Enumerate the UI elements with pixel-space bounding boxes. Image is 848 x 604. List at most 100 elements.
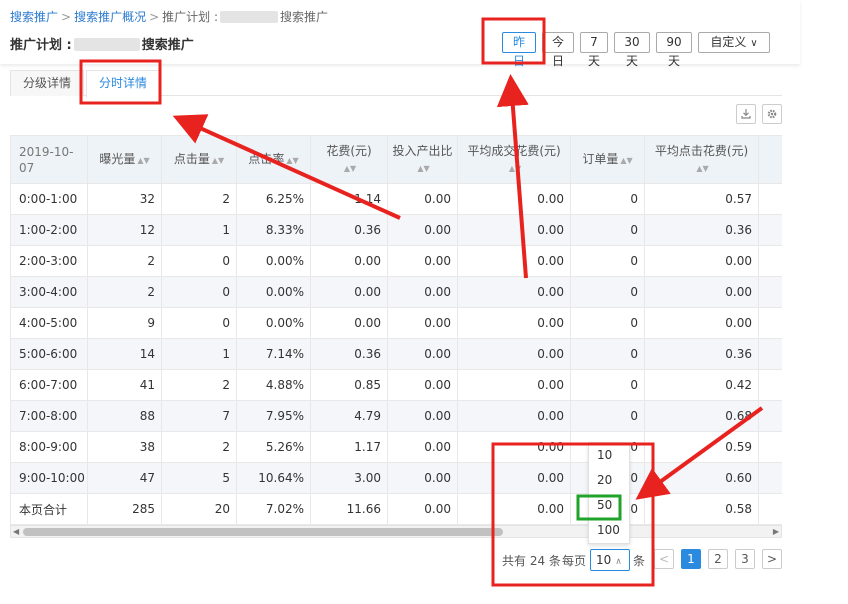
sort-icon[interactable]: ▲▼ [137, 156, 149, 165]
table-row: 9:00-10:00 47 5 10.64% 3.00 0.00 0.00 0 0.60 [10, 462, 782, 494]
hourly-data-table: 2019-10-07 曝光量 ▲▼ 点击量 ▲▼ 点击率 ▲▼ 花费(元) ▲▼ 投入产… [10, 135, 782, 538]
page-size-select[interactable]: 10 ∧ [590, 549, 630, 571]
prev-page-button[interactable]: < [654, 549, 674, 569]
cell-overflow [758, 369, 782, 401]
cell-avg-deal-cost: 0.00 [457, 183, 571, 215]
date-7days-button[interactable]: 7天 [580, 32, 608, 68]
scrollbar-thumb[interactable] [23, 528, 503, 536]
breadcrumb-search-promo[interactable]: 搜索推广 [10, 10, 58, 24]
cell-ctr: 8.33% [236, 214, 311, 246]
cell-avg-click-cost: 0.42 [644, 369, 759, 401]
date-90days-button[interactable]: 90天 [656, 32, 692, 68]
cell-avg-deal-cost: 0.00 [457, 338, 571, 370]
column-header-overflow [758, 135, 782, 184]
cell-roi: 0.00 [387, 369, 458, 401]
column-header-ctr[interactable]: 点击率 ▲▼ [236, 135, 311, 184]
date-today-button[interactable]: 今日 [542, 32, 574, 68]
column-header-orders[interactable]: 订单量 ▲▼ [570, 135, 645, 184]
cell-ctr: 6.25% [236, 183, 311, 215]
cell-cost: 0.36 [310, 338, 388, 370]
table-body: 0:00-1:00 32 2 6.25% 1.14 0.00 0.00 0 0.57 1:00-2… [10, 183, 782, 525]
cell-time-slot: 5:00-6:00 [10, 338, 88, 370]
cell-roi: 0.00 [387, 400, 458, 432]
redacted-plan-name [220, 11, 279, 23]
cell-time-slot: 0:00-1:00 [10, 183, 88, 215]
scroll-left-icon[interactable]: ◀ [13, 526, 19, 537]
table-row: 4:00-5:00 9 0 0.00% 0.00 0.00 0.00 0 0.00 [10, 307, 782, 339]
page-button-1[interactable]: 1 [681, 549, 701, 569]
page-size-value: 10 [596, 553, 612, 567]
date-30days-button[interactable]: 30天 [614, 32, 650, 68]
column-header-label: 投入产出比 [392, 143, 453, 158]
cell-impressions: 88 [87, 400, 162, 432]
cell-roi: 0.00 [387, 245, 458, 277]
cell-avg-deal-cost: 0.00 [457, 369, 571, 401]
cell-ctr: 7.14% [236, 338, 311, 370]
cell-clicks: 2 [161, 183, 237, 215]
total-count: 共有 24 条 [502, 554, 561, 568]
cell-orders: 0 [570, 369, 645, 401]
chevron-down-icon: ∨ [750, 38, 758, 49]
column-header-cost[interactable]: 花费(元) ▲▼ [310, 135, 388, 184]
column-header-impressions[interactable]: 曝光量 ▲▼ [87, 135, 162, 184]
export-button[interactable] [736, 104, 756, 124]
column-header-label: 点击率 [248, 151, 285, 166]
date-custom-dropdown[interactable]: 自定义 ∨ [698, 32, 770, 53]
cell-impressions: 285 [87, 493, 162, 525]
cell-orders: 0 [570, 307, 645, 339]
gear-icon [767, 109, 777, 119]
page-button-3[interactable]: 3 [735, 549, 755, 569]
sort-icon[interactable]: ▲▼ [286, 156, 298, 165]
cell-avg-click-cost: 0.36 [644, 214, 759, 246]
cell-cost: 1.14 [310, 183, 388, 215]
sort-icon[interactable]: ▲▼ [509, 164, 521, 173]
cell-avg-deal-cost: 0.00 [457, 462, 571, 494]
tab-hourly-detail[interactable]: 分时详情 [86, 70, 161, 97]
cell-avg-click-cost: 0.00 [644, 307, 759, 339]
column-header-avg-click-cost[interactable]: 平均点击花费(元) ▲▼ [644, 135, 759, 184]
column-header-avg-deal-cost[interactable]: 平均成交花费(元) ▲▼ [457, 135, 571, 184]
date-custom-label: 自定义 [710, 35, 747, 49]
sort-icon[interactable]: ▲▼ [696, 164, 708, 173]
page-size-option-20[interactable]: 20 [589, 468, 629, 493]
cell-roi: 0.00 [387, 431, 458, 463]
scroll-right-icon[interactable]: ▶ [773, 526, 779, 537]
cell-impressions: 38 [87, 431, 162, 463]
cell-roi: 0.00 [387, 214, 458, 246]
table-row: 1:00-2:00 12 1 8.33% 0.36 0.00 0.00 0 0.36 [10, 214, 782, 246]
page-size-option-50[interactable]: 50 [589, 493, 629, 518]
cell-orders: 0 [570, 400, 645, 432]
table-row: 3:00-4:00 2 0 0.00% 0.00 0.00 0.00 0 0.00 [10, 276, 782, 308]
next-page-button[interactable]: > [762, 549, 782, 569]
cell-ctr: 5.26% [236, 431, 311, 463]
page-size-option-100[interactable]: 100 [589, 518, 629, 543]
column-header-roi[interactable]: 投入产出比 ▲▼ [387, 135, 458, 184]
sort-icon[interactable]: ▲▼ [620, 156, 632, 165]
sort-icon[interactable]: ▲▼ [344, 164, 356, 173]
cell-cost: 0.85 [310, 369, 388, 401]
sort-icon[interactable]: ▲▼ [417, 164, 429, 173]
page-size-option-10[interactable]: 10 [589, 443, 629, 468]
per-page-unit: 条 [633, 554, 646, 568]
cell-overflow [758, 307, 782, 339]
table-row: 2:00-3:00 2 0 0.00% 0.00 0.00 0.00 0 0.00 [10, 245, 782, 277]
breadcrumb-promo-overview[interactable]: 搜索推广概况 [74, 10, 146, 24]
breadcrumb-plan-suffix: 搜索推广 [280, 10, 329, 24]
cell-overflow [758, 431, 782, 463]
settings-button[interactable] [762, 104, 782, 124]
data-table: 2019-10-07 曝光量 ▲▼ 点击量 ▲▼ 点击率 ▲▼ 花费(元) ▲▼ 投入产… [10, 135, 782, 525]
page-size-dropdown: 10 20 50 100 [588, 442, 630, 544]
tab-level-detail[interactable]: 分级详情 [10, 70, 85, 96]
date-yesterday-button[interactable]: 昨日 [502, 32, 536, 68]
column-header-clicks[interactable]: 点击量 ▲▼ [161, 135, 237, 184]
sort-icon[interactable]: ▲▼ [212, 156, 224, 165]
cell-avg-deal-cost: 0.00 [457, 307, 571, 339]
page-button-2[interactable]: 2 [708, 549, 728, 569]
cell-cost: 0.00 [310, 245, 388, 277]
detail-tabs: 分级详情 分时详情 [10, 70, 782, 97]
horizontal-scrollbar[interactable]: ◀ ▶ [10, 525, 782, 538]
redacted-plan-name [73, 38, 140, 51]
plan-title-suffix: 搜索推广 [141, 38, 194, 53]
cell-time-slot: 3:00-4:00 [10, 276, 88, 308]
cell-roi: 0.00 [387, 462, 458, 494]
